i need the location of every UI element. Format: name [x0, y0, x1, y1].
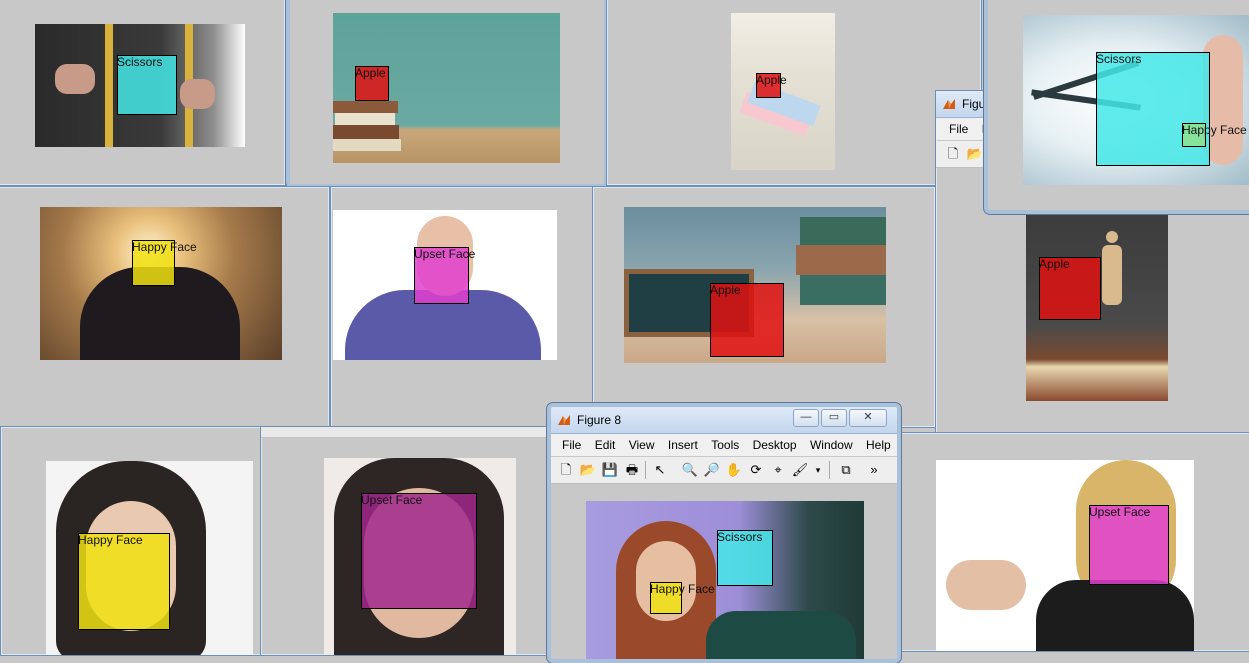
menu-window[interactable]: Window: [805, 434, 858, 456]
figure-window-apple-paper[interactable]: Apple: [606, 0, 982, 186]
toolbar: 🗋 📂 💾 🖶 ↖ 🔍 🔎 ✋ ⟳ ⌖ 🖌 ▾ ⧉ »: [551, 457, 897, 484]
figure-window-apple-chalkboard[interactable]: Apple: [286, 0, 608, 188]
matlab-logo-icon: [557, 413, 571, 427]
detection-box-happy-face: Happy Face: [650, 582, 715, 614]
maximize-button[interactable]: ▭: [821, 409, 847, 427]
detection-label: Upset Face: [361, 493, 423, 507]
detection-label: Scissors: [117, 55, 163, 69]
figure-window-apple-desk[interactable]: Apple: [592, 186, 936, 428]
detection-label: Happy Face: [650, 582, 715, 596]
toolbar-overflow-icon[interactable]: »: [865, 461, 883, 479]
figure-8-window[interactable]: Figure 8 — ▭ ✕ File Edit View Insert Too…: [547, 403, 901, 663]
link-plot-icon[interactable]: ⧉: [837, 461, 855, 479]
figure-window-upset-pointing[interactable]: Upset Face: [898, 432, 1249, 652]
menu-desktop[interactable]: Desktop: [748, 434, 802, 456]
minimize-button[interactable]: —: [793, 409, 819, 427]
toolbar-separator: [829, 461, 830, 479]
brush-icon[interactable]: 🖌: [791, 461, 809, 479]
toolbar-fragment: [261, 427, 551, 438]
photo-apple-notebooks: [731, 13, 835, 170]
open-file-icon[interactable]: 📂: [966, 145, 984, 163]
menu-help[interactable]: Help: [861, 434, 896, 456]
figure-window-happy-field[interactable]: Happy Face: [0, 186, 330, 428]
detection-box-apple: Apple: [756, 73, 787, 98]
detection-label: Happy Face: [1182, 123, 1247, 137]
detection-label: Apple: [355, 66, 386, 80]
data-cursor-icon[interactable]: ⌖: [769, 461, 787, 479]
detection-label: Scissors: [1096, 52, 1142, 66]
detection-label: Happy Face: [78, 533, 143, 547]
figure-window-scissors-1[interactable]: Scissors: [0, 0, 286, 186]
zoom-out-icon[interactable]: 🔎: [703, 461, 721, 479]
new-figure-icon[interactable]: 🗋: [557, 461, 575, 479]
pan-hand-icon[interactable]: ✋: [725, 461, 743, 479]
menu-insert[interactable]: Insert: [663, 434, 703, 456]
close-button[interactable]: ✕: [849, 409, 887, 427]
detection-box-happy-face: Happy Face: [78, 533, 170, 630]
menu-file[interactable]: File: [944, 118, 973, 140]
print-icon[interactable]: 🖶: [623, 461, 641, 479]
pointer-icon[interactable]: ↖: [651, 461, 669, 479]
rotate-3d-icon[interactable]: ⟳: [747, 461, 765, 479]
dropdown-arrow-icon[interactable]: ▾: [809, 461, 827, 479]
figure-window-upset-man[interactable]: Upset Face: [330, 186, 594, 428]
detection-box-apple: Apple: [710, 283, 784, 357]
menu-tools[interactable]: Tools: [706, 434, 744, 456]
detection-label: Upset Face: [1089, 505, 1151, 519]
detection-label: Apple: [1039, 257, 1070, 271]
detection-box-upset-face: Upset Face: [1089, 505, 1169, 585]
detection-label: Happy Face: [132, 240, 197, 254]
detection-box-happy-face: Happy Face: [1182, 123, 1247, 147]
open-file-icon[interactable]: 📂: [579, 461, 597, 479]
detection-label: Apple: [756, 73, 787, 87]
detection-label: Upset Face: [414, 247, 476, 261]
window-title: Figure 8: [577, 413, 622, 427]
detection-box-scissors: Scissors: [117, 55, 177, 115]
figure-window-scissors-2[interactable]: Scissors Happy Face: [984, 0, 1249, 214]
detection-box-upset-face: Upset Face: [361, 493, 477, 609]
detection-box-scissors: Scissors: [1096, 52, 1210, 166]
detection-box-apple: Apple: [1039, 257, 1101, 320]
matlab-logo-icon: [942, 97, 956, 111]
save-icon[interactable]: 💾: [601, 461, 619, 479]
menu-bar: File Edit View Insert Tools Desktop Wind…: [551, 434, 897, 474]
menu-view[interactable]: View: [624, 434, 660, 456]
zoom-in-icon[interactable]: 🔍: [681, 461, 699, 479]
figure-window-happy-woman[interactable]: Happy Face: [0, 426, 262, 656]
detection-label: Scissors: [717, 530, 763, 544]
title-bar[interactable]: Figure 8 — ▭ ✕: [551, 407, 897, 434]
menu-edit[interactable]: Edit: [590, 434, 621, 456]
figure-window-upset-woman[interactable]: Upset Face: [260, 426, 552, 656]
new-figure-icon[interactable]: 🗋: [944, 145, 962, 163]
window-title: Figu: [962, 97, 986, 111]
menu-file[interactable]: File: [557, 434, 586, 456]
detection-box-happy-face: Happy Face: [132, 240, 197, 286]
detection-box-upset-face: Upset Face: [414, 247, 475, 304]
detection-box-apple: Apple: [355, 66, 389, 101]
detection-label: Apple: [710, 283, 741, 297]
detection-box-scissors: Scissors: [717, 530, 773, 586]
toolbar-separator: [645, 461, 646, 479]
